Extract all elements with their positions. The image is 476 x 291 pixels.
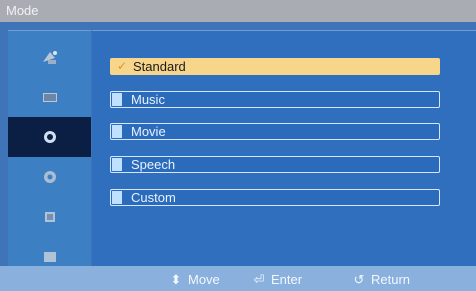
updown-arrow-icon: ⬍: [170, 272, 182, 287]
sidebar-item-picture[interactable]: [8, 77, 91, 117]
return-hint-label: Return: [371, 272, 411, 287]
bottom-hint-bar: ⬍ Move ⏎ Enter ↺ Return: [0, 266, 476, 291]
sidebar-item-channel[interactable]: [8, 37, 91, 77]
menu-title: Mode: [6, 3, 39, 18]
option-marker: [112, 93, 122, 106]
enter-hint-label: Enter: [271, 272, 303, 287]
option-custom[interactable]: Custom: [110, 189, 440, 206]
option-movie[interactable]: Movie: [110, 123, 440, 140]
option-speech[interactable]: Speech: [110, 156, 440, 173]
sidebar-item-setup[interactable]: [8, 157, 91, 197]
option-label: Movie: [131, 124, 166, 139]
sound-icon: [44, 131, 56, 143]
option-marker: [112, 125, 122, 138]
sidebar: [8, 30, 91, 266]
satellite-dish-icon: [43, 51, 57, 64]
option-label: Speech: [131, 157, 176, 172]
return-icon: ↺: [353, 272, 365, 287]
sidebar-item-input[interactable]: [8, 197, 91, 237]
option-label: Music: [131, 92, 165, 107]
enter-icon: ⏎: [253, 272, 265, 287]
setup-gear-icon: [44, 171, 56, 183]
input-source-icon: [45, 212, 55, 222]
return-hint: ↺ Return: [353, 272, 410, 288]
title-bar: Mode: [0, 0, 476, 22]
picture-icon: [44, 252, 56, 262]
move-hint-label: Move: [188, 272, 220, 287]
option-standard[interactable]: ✓ Standard: [110, 58, 440, 75]
enter-hint: ⏎ Enter: [253, 272, 303, 288]
move-hint: ⬍ Move: [170, 272, 220, 288]
sidebar-item-sound[interactable]: [8, 117, 91, 157]
option-marker: [112, 158, 122, 171]
osd-screen: Mode ✓ Standard Music Movie Speech Custo…: [0, 0, 476, 291]
option-label: Custom: [131, 190, 176, 205]
screen-icon: [43, 93, 57, 102]
checkmark-icon: ✓: [117, 59, 128, 73]
option-label: Standard: [133, 59, 186, 74]
option-music[interactable]: Music: [110, 91, 440, 108]
option-marker: [112, 191, 122, 204]
